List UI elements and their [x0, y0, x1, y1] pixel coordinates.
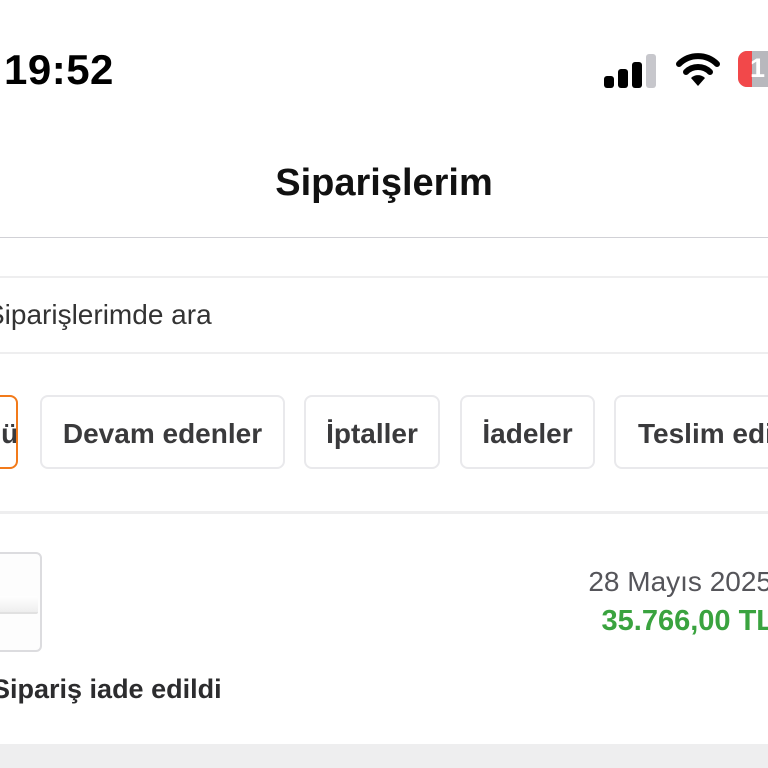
order-status: Sipariş iade edildi: [0, 674, 222, 704]
filter-chip-cancelled[interactable]: İptaller: [304, 395, 440, 469]
filter-chip-label: İadeler: [482, 418, 573, 449]
section-spacer: [0, 238, 768, 278]
filter-chip-label: İptaller: [326, 418, 418, 449]
order-date: 28 Mayıs 2025: [588, 566, 768, 597]
wifi-icon: [676, 53, 720, 86]
orders-screen: 19:52 1 Siparişlerim Tümü Devam edenler …: [0, 0, 768, 768]
order-card[interactable]: 28 Mayıs 2025 35.766,00 TL Sipariş iade …: [0, 514, 768, 746]
filter-chip-all[interactable]: Tümü: [0, 395, 18, 469]
filter-chip-label: Tümü: [0, 418, 18, 449]
filter-chips: Tümü Devam edenler İptaller İadeler Tesl…: [0, 395, 768, 473]
filter-chip-label: Teslim edilenler: [638, 418, 768, 449]
status-bar: 19:52 1: [0, 0, 768, 120]
cellular-signal-icon: [604, 52, 658, 88]
product-thumbnail[interactable]: [0, 552, 42, 652]
page-title: Siparişlerim: [275, 162, 493, 204]
product-image: [0, 596, 38, 614]
filter-chip-ongoing[interactable]: Devam edenler: [40, 395, 285, 469]
divider: [0, 744, 768, 768]
filter-chip-delivered[interactable]: Teslim edilenler: [614, 395, 768, 469]
filter-chip-returns[interactable]: İadeler: [460, 395, 595, 469]
battery-icon: 1: [738, 51, 768, 87]
filter-chip-label: Devam edenler: [62, 418, 263, 449]
nav-header: Siparişlerim: [0, 120, 768, 238]
order-price: 35.766,00 TL: [601, 605, 768, 637]
battery-level: 1: [750, 53, 766, 83]
status-time: 19:52: [4, 46, 114, 93]
search-input[interactable]: [0, 278, 768, 352]
search-bar[interactable]: [0, 278, 768, 354]
